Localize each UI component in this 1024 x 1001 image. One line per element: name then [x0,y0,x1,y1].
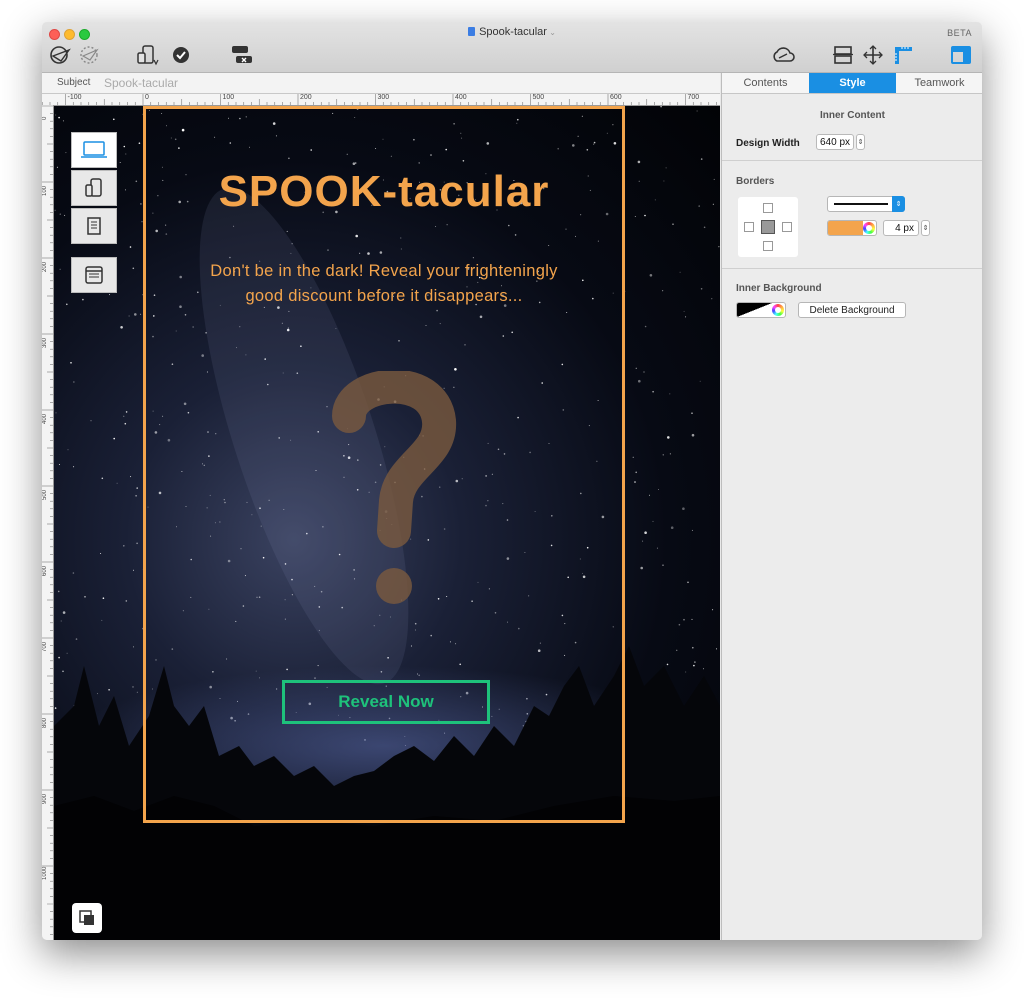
ruler-label: -100 [67,94,82,101]
inspector-tabs: Contents Style Teamwork [722,73,982,94]
phone-tablet-icon [85,178,102,197]
cloud-icon[interactable] [770,44,796,66]
ruler-label: 400 [455,94,467,101]
border-top-toggle[interactable] [763,203,773,213]
paper-plane-icon[interactable] [48,44,74,66]
divider [722,268,982,269]
background-swatch [737,303,772,317]
toolbar: Spook-tacular ⌄ BETA [42,22,982,73]
border-left-toggle[interactable] [744,222,754,232]
ruler-label: 600 [610,94,622,101]
divider [722,160,982,161]
ruler-label: 800 [42,717,48,728]
border-all-toggle[interactable] [761,220,775,234]
border-right-toggle[interactable] [782,222,792,232]
laptop-preview-button[interactable] [71,132,117,168]
window-title-area[interactable]: Spook-tacular ⌄ [42,26,982,38]
plaintext-preview-button[interactable] [71,208,117,244]
browser-preview-button[interactable] [71,257,117,293]
browser-window-icon [85,266,103,284]
sidebar-toggle-icon[interactable] [948,44,974,66]
chevron-updown-icon: ⇕ [892,196,905,212]
email-headline[interactable]: SPOOK-tacular [143,167,625,217]
inner-content-heading: Inner Content [820,110,885,121]
mobile-preview-button[interactable] [71,170,117,206]
layout-icon[interactable] [830,44,856,66]
document-icon [87,217,101,235]
color-wheel-icon [863,222,875,234]
delete-background-button[interactable]: Delete Background [798,302,906,318]
device-check-icon[interactable] [134,44,162,66]
beta-badge: BETA [947,28,972,38]
workflow-icon[interactable] [228,44,254,66]
ruler-label: 0 [145,94,149,101]
ruler-label: 500 [532,94,545,101]
laptop-icon [81,141,107,158]
subject-label: Subject [57,77,91,88]
tab-contents[interactable]: Contents [722,73,809,93]
ruler-label: 300 [42,337,48,348]
loading-plane-icon[interactable] [76,44,102,66]
border-color-well[interactable] [827,220,877,236]
reveal-now-button[interactable]: Reveal Now [282,680,490,724]
ruler-label: 200 [42,261,48,272]
border-width-input[interactable]: 4 px [883,220,919,236]
subject-input[interactable]: Spook-tacular [104,76,178,90]
solid-line-icon [834,203,888,205]
ruler-label: 200 [300,94,312,101]
ruler-label: 700 [687,94,700,101]
ruler-label: 500 [42,489,48,500]
subject-bar: Subject Spook-tacular [42,73,720,94]
inner-background-heading: Inner Background [736,283,822,294]
border-side-picker [738,197,798,257]
border-width-stepper[interactable]: ⇕ [921,220,930,236]
color-wheel-icon [772,304,784,316]
chevron-down-icon: ⌄ [546,28,556,37]
tab-style[interactable]: Style [809,73,896,93]
email-subtitle[interactable]: Don't be in the dark! Reveal your fright… [169,259,599,309]
background-color-well[interactable] [736,302,786,318]
design-width-input[interactable]: 640 px [816,134,854,150]
email-subtitle-line1: Don't be in the dark! Reveal your fright… [210,262,558,280]
checkmark-circle-icon[interactable] [170,44,192,66]
design-width-stepper[interactable]: ⇕ [856,134,865,150]
ruler-corner-icon[interactable] [890,44,916,66]
design-width-label: Design Width [736,138,800,149]
window-title: Spook-tacular [479,26,547,38]
document-icon [468,27,476,36]
inspector-panel: Contents Style Teamwork Inner Content De… [721,73,982,940]
layers-toggle-button[interactable] [72,903,102,933]
email-subtitle-line2: good discount before it disappears... [245,287,523,305]
border-bottom-toggle[interactable] [763,241,773,251]
ruler-label: 100 [42,185,48,196]
layers-icon [79,910,94,925]
move-icon[interactable] [860,44,886,66]
app-window: Spook-tacular ⌄ BETA Subject Spook-tacul… [42,22,982,940]
ruler-label: 900 [42,793,48,804]
ruler-label: 400 [42,413,48,424]
border-style-select[interactable]: ⇕ [827,196,905,212]
ruler-label: 300 [377,94,390,101]
vertical-ruler: 0 100 200 300 400 500 600 700 800 900 1000 [42,105,54,940]
horizontal-ruler: -100 0 100 200 300 400 500 600 700 [42,94,720,106]
email-canvas[interactable]: SPOOK-tacular Don't be in the dark! Reve… [54,106,720,940]
borders-heading: Borders [736,176,775,187]
ruler-label: 1000 [42,866,48,880]
ruler-label: 600 [42,565,48,576]
ruler-label: 0 [42,116,48,120]
ruler-label: 100 [222,94,235,101]
tab-teamwork[interactable]: Teamwork [896,73,982,93]
ruler-label: 700 [42,641,48,652]
